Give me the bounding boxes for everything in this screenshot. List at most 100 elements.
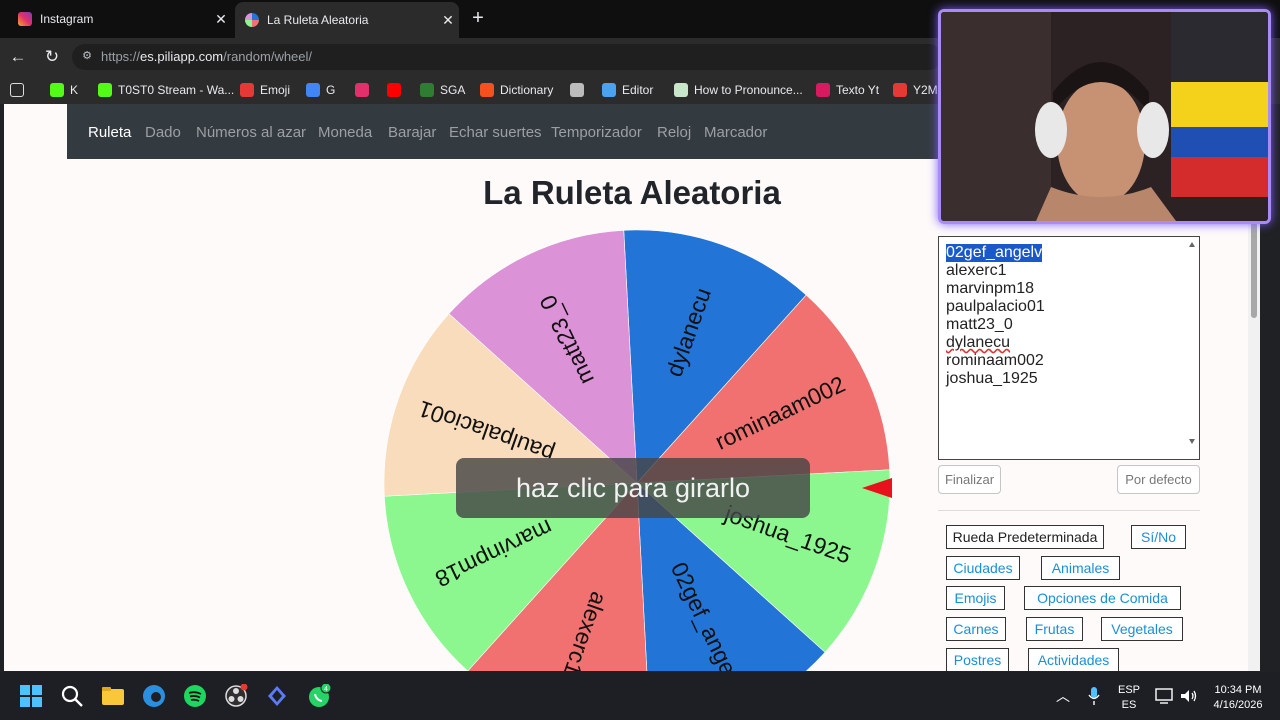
sga-icon: [420, 83, 434, 97]
file-explorer-icon[interactable]: [101, 684, 125, 708]
preset-button[interactable]: Vegetales: [1101, 617, 1183, 641]
bookmark-item[interactable]: Y2M: [893, 81, 938, 99]
new-tab-icon[interactable]: +: [467, 6, 489, 30]
bookmark-item[interactable]: [570, 81, 590, 99]
kick-icon: [50, 83, 64, 97]
nav-link-echar-suertes[interactable]: Echar suertes: [449, 124, 542, 141]
kick-icon: [98, 83, 112, 97]
site-info-icon[interactable]: ⚙: [80, 49, 94, 63]
preset-button[interactable]: Animales: [1041, 556, 1120, 580]
back-icon[interactable]: ←: [6, 45, 30, 69]
piliapp-icon: [245, 13, 259, 27]
instagram-icon: [18, 12, 32, 26]
entry-line[interactable]: marvinpm18: [946, 280, 1034, 298]
bookmark-label: Editor: [622, 83, 654, 97]
close-tab-icon[interactable]: ✕: [437, 12, 459, 29]
preset-button[interactable]: Frutas: [1026, 617, 1083, 641]
obs-icon[interactable]: [224, 684, 248, 708]
tab-title: La Ruleta Aleatoria: [267, 13, 369, 27]
entries-textarea[interactable]: 02gef_angelv alexerc1 marvinpm18 paulpalaci…: [938, 236, 1200, 460]
divider: [938, 510, 1200, 511]
edge-icon[interactable]: [142, 684, 166, 708]
bookmark-item[interactable]: Texto Yt: [816, 81, 879, 99]
entry-line[interactable]: joshua_1925: [946, 370, 1038, 388]
spin-wheel[interactable]: dylanecurominaam002joshua_192502gef_ange…: [374, 229, 894, 671]
tab-search-icon[interactable]: [10, 81, 30, 99]
microphone-icon[interactable]: [1087, 686, 1101, 706]
entry-line[interactable]: paulpalacio01: [946, 298, 1045, 316]
bookmark-label: K: [70, 83, 79, 97]
preset-button[interactable]: Opciones de Comida: [1024, 586, 1181, 610]
google-icon: [306, 83, 320, 97]
preset-button[interactable]: Rueda Predeterminada: [946, 525, 1104, 549]
tab-instagram[interactable]: Instagram ✕: [8, 0, 232, 38]
language-indicator[interactable]: ESP ES: [1114, 684, 1144, 711]
entry-line[interactable]: alexerc1: [946, 262, 1006, 280]
bookmark-item[interactable]: K: [50, 81, 78, 99]
nav-link-reloj[interactable]: Reloj: [657, 124, 691, 141]
clock-time: 10:34 PM: [1214, 684, 1262, 696]
entry-line[interactable]: 02gef_angelv: [946, 244, 1043, 262]
start-icon[interactable]: [19, 684, 43, 708]
bookmark-item[interactable]: Editor: [602, 81, 653, 99]
bookmark-label: Emoji: [260, 83, 291, 97]
url-text: https://es.piliapp.com/random/wheel/: [101, 49, 313, 64]
bookmark-label: SGA: [440, 83, 466, 97]
bookmark-item[interactable]: [355, 81, 375, 99]
bookmark-item[interactable]: [387, 81, 407, 99]
address-bar[interactable]: ⚙ https://es.piliapp.com/random/wheel/: [72, 44, 942, 70]
spotify-icon[interactable]: [183, 684, 207, 708]
nav-link-dado[interactable]: Dado: [145, 124, 181, 141]
whatsapp-icon[interactable]: 4: [307, 684, 331, 708]
reload-icon[interactable]: ↻: [40, 45, 64, 69]
preset-button[interactable]: Sí/No: [1131, 525, 1186, 549]
tab-title: Instagram: [40, 12, 94, 26]
page-title: La Ruleta Aleatoria: [483, 174, 781, 211]
clock-date: 4/16/2026: [1213, 699, 1263, 711]
por-defecto-button[interactable]: Por defecto: [1117, 465, 1200, 494]
nav-link-n-meros-al-azar[interactable]: Números al azar: [196, 124, 306, 141]
bookmark-item[interactable]: G: [306, 81, 335, 99]
textarea-scrollbar[interactable]: [1187, 239, 1197, 457]
bookmark-item[interactable]: T0ST0 Stream - Wa...: [98, 81, 234, 99]
preset-button[interactable]: Carnes: [946, 617, 1006, 641]
bookmark-item[interactable]: Dictionary: [480, 81, 553, 99]
preset-button[interactable]: Ciudades: [946, 556, 1020, 580]
entry-line[interactable]: rominaam002: [946, 352, 1044, 370]
language-bottom: ES: [1121, 699, 1137, 711]
clock[interactable]: 10:34 PM 4/16/2026: [1204, 684, 1272, 711]
preset-button[interactable]: Emojis: [946, 586, 1005, 610]
app-icon[interactable]: [265, 684, 289, 708]
webcam-overlay: [938, 9, 1271, 224]
spin-hint[interactable]: haz clic para girarlo: [456, 458, 810, 518]
bookmark-label: T0ST0 Stream - Wa...: [118, 83, 235, 97]
lightning-icon: [240, 83, 254, 97]
bookmark-label: Y2M: [913, 83, 938, 97]
nav-link-temporizador[interactable]: Temporizador: [551, 124, 642, 141]
bookmark-label: Texto Yt: [836, 83, 880, 97]
y2m-icon: [893, 83, 907, 97]
preset-button[interactable]: Postres: [946, 648, 1009, 671]
bookmark-item[interactable]: SGA: [420, 81, 465, 99]
dictionary-icon: [480, 83, 494, 97]
network-icon[interactable]: [1155, 688, 1173, 704]
nav-link-marcador[interactable]: Marcador: [704, 124, 767, 141]
entry-line[interactable]: matt23_0: [946, 316, 1013, 334]
bookmark-label: Dictionary: [500, 83, 554, 97]
search-icon[interactable]: [60, 684, 84, 708]
preset-button[interactable]: Actividades: [1028, 648, 1119, 671]
nav-link-barajar[interactable]: Barajar: [388, 124, 436, 141]
bookmark-item[interactable]: How to Pronounce...: [674, 81, 803, 99]
entry-line[interactable]: dylanecu: [946, 334, 1010, 352]
close-tab-icon[interactable]: ✕: [210, 11, 232, 28]
volume-icon[interactable]: [1180, 688, 1198, 704]
nav-link-moneda[interactable]: Moneda: [318, 124, 372, 141]
tray-chevron-icon[interactable]: ︿: [1054, 686, 1072, 706]
finalizar-button[interactable]: Finalizar: [938, 465, 1001, 494]
bookmark-item[interactable]: Emoji: [240, 81, 290, 99]
youtube-icon: [387, 83, 401, 97]
scrollbar-thumb[interactable]: [1251, 222, 1257, 318]
editor-icon: [602, 83, 616, 97]
nav-link-ruleta[interactable]: Ruleta: [88, 124, 131, 141]
tab-ruleta[interactable]: La Ruleta Aleatoria ✕: [235, 2, 459, 38]
